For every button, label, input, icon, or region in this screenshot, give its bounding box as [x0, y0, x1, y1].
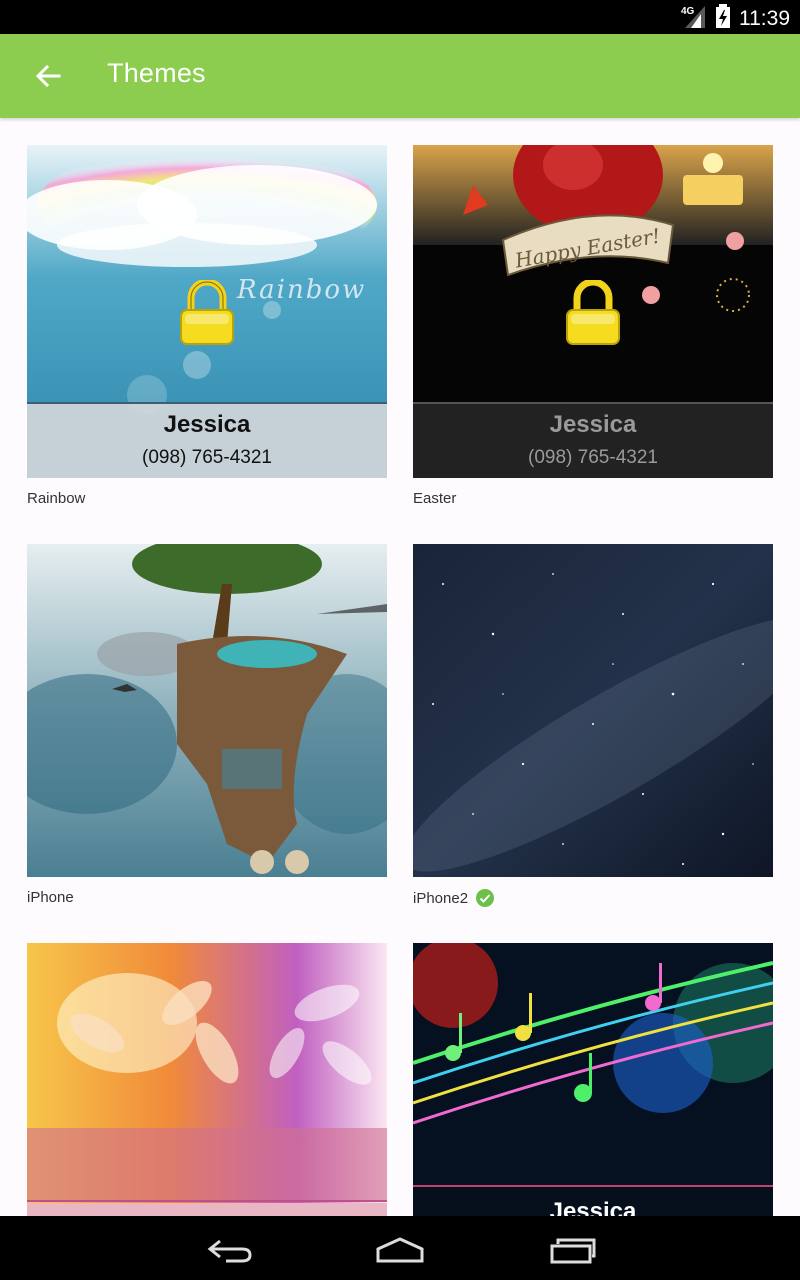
nav-back-button[interactable]	[198, 1230, 262, 1270]
theme-thumbnail: Jessica	[413, 943, 773, 1216]
nav-home-icon	[376, 1237, 424, 1263]
theme-label: Rainbow	[27, 490, 85, 507]
theme-thumbnail: Happy Easter! Jessica (098) 765-4321	[413, 145, 773, 478]
contact-name: Jessica	[549, 411, 637, 438]
signal-icon: 4G	[681, 4, 707, 34]
clock: 11:39	[739, 7, 790, 30]
lock-icon	[179, 278, 235, 346]
status-bar: 4G 11:39	[0, 0, 800, 34]
theme-card-easter[interactable]: Happy Easter! Jessica (098) 765-4321 Eas…	[413, 145, 773, 507]
check-circle-icon	[476, 889, 495, 907]
theme-label: iPhone2	[413, 889, 495, 907]
nav-home-button[interactable]	[368, 1230, 432, 1270]
lock-icon	[565, 278, 621, 346]
contact-phone: (098) 765-4321	[528, 447, 658, 468]
app-bar: Themes	[0, 34, 800, 118]
theme-card-rainbow[interactable]: Rainbow Jessica (098) 765-4321 Rainbow	[27, 145, 387, 507]
back-button[interactable]	[22, 52, 74, 100]
nav-back-icon	[207, 1239, 252, 1263]
arrow-left-icon	[35, 64, 61, 88]
theme-thumbnail	[27, 943, 387, 1216]
theme-thumbnail	[27, 544, 387, 877]
page-title: Themes	[107, 58, 206, 88]
contact-preview: Jessica	[413, 1198, 773, 1216]
contact-name: Jessica	[163, 411, 251, 438]
screen: 4G 11:39 Themes Rainbow Jessica (098) 76…	[0, 0, 800, 1280]
navigation-bar	[0, 1216, 800, 1280]
theme-card-music[interactable]: Jessica	[413, 943, 773, 1216]
contact-preview: Jessica (098) 765-4321	[27, 411, 387, 469]
themes-grid: Rainbow Jessica (098) 765-4321 Rainbow H…	[0, 118, 800, 1216]
theme-name: iPhone	[27, 889, 74, 906]
nav-recents-icon	[550, 1238, 596, 1264]
contact-preview: Jessica (098) 765-4321	[413, 411, 773, 469]
theme-name: Rainbow	[27, 490, 86, 507]
theme-name: iPhone2	[413, 889, 469, 907]
theme-label: iPhone	[27, 889, 74, 906]
contact-name: Jessica	[549, 1198, 637, 1216]
theme-card-iphone[interactable]: iPhone	[27, 544, 387, 906]
network-type: 4G	[681, 6, 695, 17]
theme-thumbnail	[413, 544, 773, 877]
battery-icon	[715, 4, 731, 34]
nav-recents-button[interactable]	[540, 1230, 604, 1270]
theme-card-flowers[interactable]	[27, 943, 387, 1216]
theme-thumbnail: Rainbow Jessica (098) 765-4321	[27, 145, 387, 478]
contact-phone: (098) 765-4321	[142, 447, 272, 468]
theme-card-iphone2[interactable]: iPhone2	[413, 544, 773, 907]
theme-overlay-text: Rainbow	[237, 275, 367, 305]
theme-label: Easter	[413, 490, 456, 507]
theme-name: Easter	[413, 490, 457, 507]
